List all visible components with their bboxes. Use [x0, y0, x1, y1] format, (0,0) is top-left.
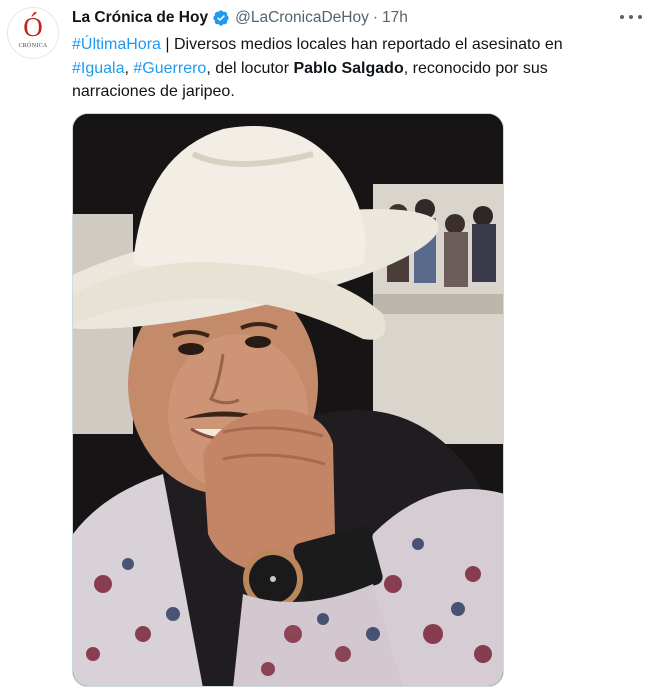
more-options-icon[interactable] — [620, 8, 642, 26]
avatar-logo-letter: Ó — [23, 12, 43, 42]
tweet[interactable]: Ó CRÓNICA La Crónica de Hoy @LaCronicaDe… — [0, 0, 670, 691]
display-name[interactable]: La Crónica de Hoy — [72, 9, 208, 27]
tweet-header: La Crónica de Hoy @LaCronicaDeHoy · 17h — [72, 7, 408, 29]
tweet-text-bold-name: Pablo Salgado — [293, 59, 404, 77]
separator-dot: · — [372, 9, 379, 26]
tweet-text-segment: narraciones de jaripeo. — [72, 83, 235, 100]
tweet-text-segment: | Diversos medios locales han reportado … — [160, 36, 563, 53]
handle[interactable]: @LaCronicaDeHoy — [235, 9, 369, 27]
hashtag-guerrero[interactable]: #Guerrero — [133, 60, 206, 77]
hashtag-iguala[interactable]: #Iguala — [72, 60, 125, 77]
more-dot — [638, 15, 642, 19]
avatar-logo-label: CRÓNICA — [18, 43, 48, 49]
tweet-text: #ÚltimaHora | Diversos medios locales ha… — [72, 33, 652, 104]
tweet-text-line-3: narraciones de jaripeo. — [72, 80, 652, 104]
tweet-text-line-2: #Iguala, #Guerrero, del locutor Pablo Sa… — [72, 57, 652, 81]
hashtag-ultimahora[interactable]: #ÚltimaHora — [72, 36, 161, 53]
tweet-text-segment: , reconocido por sus — [403, 59, 548, 77]
more-dot — [620, 15, 624, 19]
verified-badge-icon[interactable] — [212, 9, 230, 27]
tweet-photo[interactable] — [72, 113, 504, 687]
tweet-text-line-1: #ÚltimaHora | Diversos medios locales ha… — [72, 33, 652, 57]
timestamp[interactable]: 17h — [382, 9, 408, 27]
photo-illustration — [73, 114, 503, 686]
more-dot — [629, 15, 633, 19]
tweet-text-segment: , del locutor — [206, 59, 294, 77]
avatar[interactable]: Ó CRÓNICA — [7, 7, 59, 59]
